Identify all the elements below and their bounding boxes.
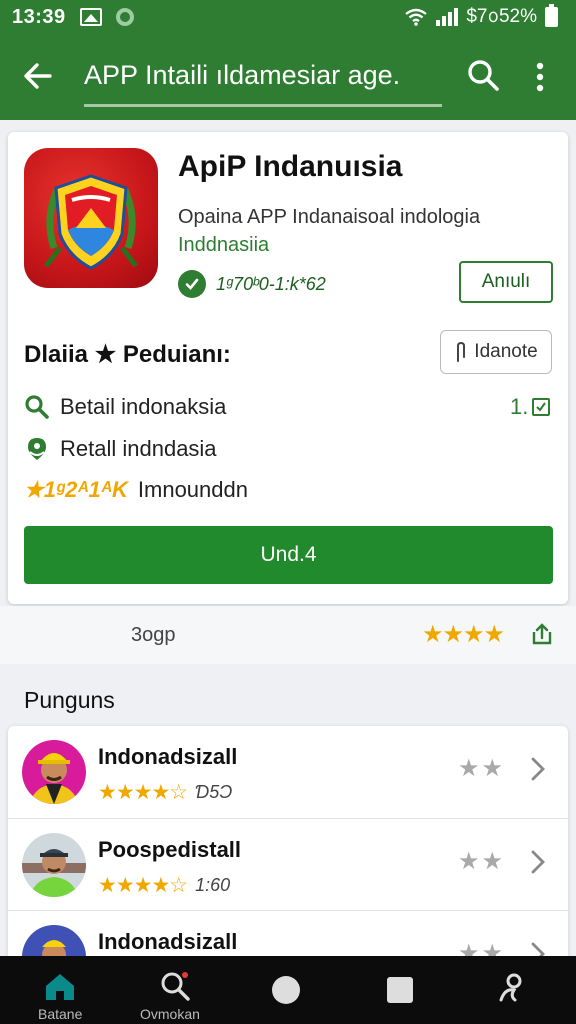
detail-row-2-label: Retall indndasia — [60, 436, 217, 461]
search-icon[interactable] — [466, 58, 500, 92]
detail-row-1-value-text: 1. — [510, 394, 529, 419]
nav-search-label: Ovmokan — [140, 1006, 200, 1022]
app-detail-card: ApiP Indanuısia Opaina APP Indanaisoal i… — [8, 132, 568, 604]
list-item-name: Indonadsizall — [98, 744, 238, 769]
status-right-text: $7᪀52% — [466, 6, 537, 27]
avatar — [22, 833, 86, 897]
settings-icon — [115, 8, 134, 26]
app-developer[interactable]: Inddnasiia — [178, 234, 269, 257]
list-heading: Punguns — [24, 687, 115, 713]
list-item-name: Indonadsizall — [98, 929, 238, 954]
note-button[interactable]: Idanote — [440, 330, 552, 374]
nav-search[interactable]: Ovmokan — [130, 956, 220, 1024]
circle-icon — [272, 976, 300, 1004]
top-app-bar: APP Intaili ıldamesiar age. — [0, 34, 576, 120]
attachment-icon — [457, 341, 466, 362]
detail-row-1-value: 1. — [510, 394, 551, 420]
list-item-grey-stars: ★★ — [458, 755, 506, 782]
list-item-rating: ★★★★☆ Ɗ5Ɔ — [98, 780, 232, 805]
app-name: ApiP Indanuısia — [178, 150, 403, 183]
detail-row-1-label: Betail indonaksia — [60, 394, 227, 419]
detail-row-3-stars: ★1ᵍ2ᴬ1ᴬK — [24, 477, 128, 502]
app-rating-row: 1ᵍ70ᵇ0-1:k*62 — [178, 270, 326, 298]
meta-size: 3ogp — [131, 624, 176, 646]
chevron-right-icon — [531, 850, 545, 874]
checkbox-icon — [532, 398, 551, 416]
square-icon — [387, 977, 413, 1003]
list-item-name: Poospedistall — [98, 837, 242, 862]
home-icon — [46, 974, 74, 1000]
list-item-grey-stars: ★★ — [458, 848, 506, 875]
meta-rating-stars: ★★★★ — [422, 621, 505, 648]
install-outline-button[interactable]: Anıulı — [459, 261, 553, 303]
more-vert-icon[interactable] — [528, 60, 552, 94]
search-underline — [84, 104, 442, 107]
app-rating-text: 1ᵍ70ᵇ0-1:k*62 — [216, 273, 326, 294]
details-title: Dlaiia ★ Peduianı: — [24, 341, 231, 368]
user-list: Indonadsizall ★★★★☆ Ɗ5Ɔ ★★ Poospedistall… — [8, 726, 568, 966]
location-pin-icon — [28, 438, 46, 460]
avatar — [22, 740, 86, 804]
shield-emblem-icon — [44, 174, 138, 270]
nav-home[interactable]: Batane — [20, 956, 100, 1024]
detail-row-3: ★1ᵍ2ᴬ1ᴬK Imnounddn — [24, 477, 248, 503]
app-icon[interactable] — [24, 148, 158, 288]
primary-action-button[interactable]: Und.4 — [24, 526, 553, 584]
status-bar: 13:39 $7᪀52% — [0, 0, 576, 34]
back-arrow-icon[interactable] — [20, 58, 56, 94]
list-item-stars: ★★★★☆ — [98, 874, 188, 897]
list-item-count: 1:60 — [195, 875, 231, 895]
app-description: Opaina APP Indanaisoal indologia — [178, 206, 481, 228]
profile-icon — [499, 973, 522, 1002]
list-item-count: Ɗ5Ɔ — [195, 782, 233, 802]
chevron-right-icon — [531, 757, 545, 781]
detail-row-3-label: Imnounddn — [137, 477, 248, 502]
share-icon[interactable] — [530, 622, 554, 646]
note-button-label: Idanote — [474, 341, 538, 362]
signal-icon — [436, 8, 459, 26]
verified-check-icon — [178, 270, 206, 298]
battery-icon — [545, 4, 558, 27]
bottom-navigation: Batane Ovmokan — [0, 956, 576, 1024]
detail-row-1: Betail indonaksia — [24, 394, 226, 420]
list-item[interactable]: Poospedistall ★★★★☆ 1:60 ★★ — [8, 818, 568, 910]
wifi-icon — [405, 8, 428, 26]
nav-profile[interactable] — [490, 956, 534, 1024]
nav-circle[interactable] — [266, 956, 310, 1024]
nav-home-label: Batane — [38, 1006, 83, 1022]
detail-row-2: Retall indndasia — [24, 436, 217, 462]
list-item-stars: ★★★★☆ — [98, 781, 188, 804]
meta-row: 3ogp ★★★★ — [0, 606, 576, 664]
search-icon — [161, 972, 190, 1001]
app-bar-title: APP Intaili ıldamesiar age. — [84, 60, 401, 90]
status-time: 13:39 — [12, 5, 66, 28]
gallery-icon — [79, 8, 102, 26]
list-item-rating: ★★★★☆ 1:60 — [98, 873, 230, 898]
nav-square[interactable] — [380, 956, 424, 1024]
list-item[interactable]: Indonadsizall ★★★★☆ Ɗ5Ɔ ★★ — [8, 726, 568, 818]
search-location-icon — [25, 395, 49, 419]
